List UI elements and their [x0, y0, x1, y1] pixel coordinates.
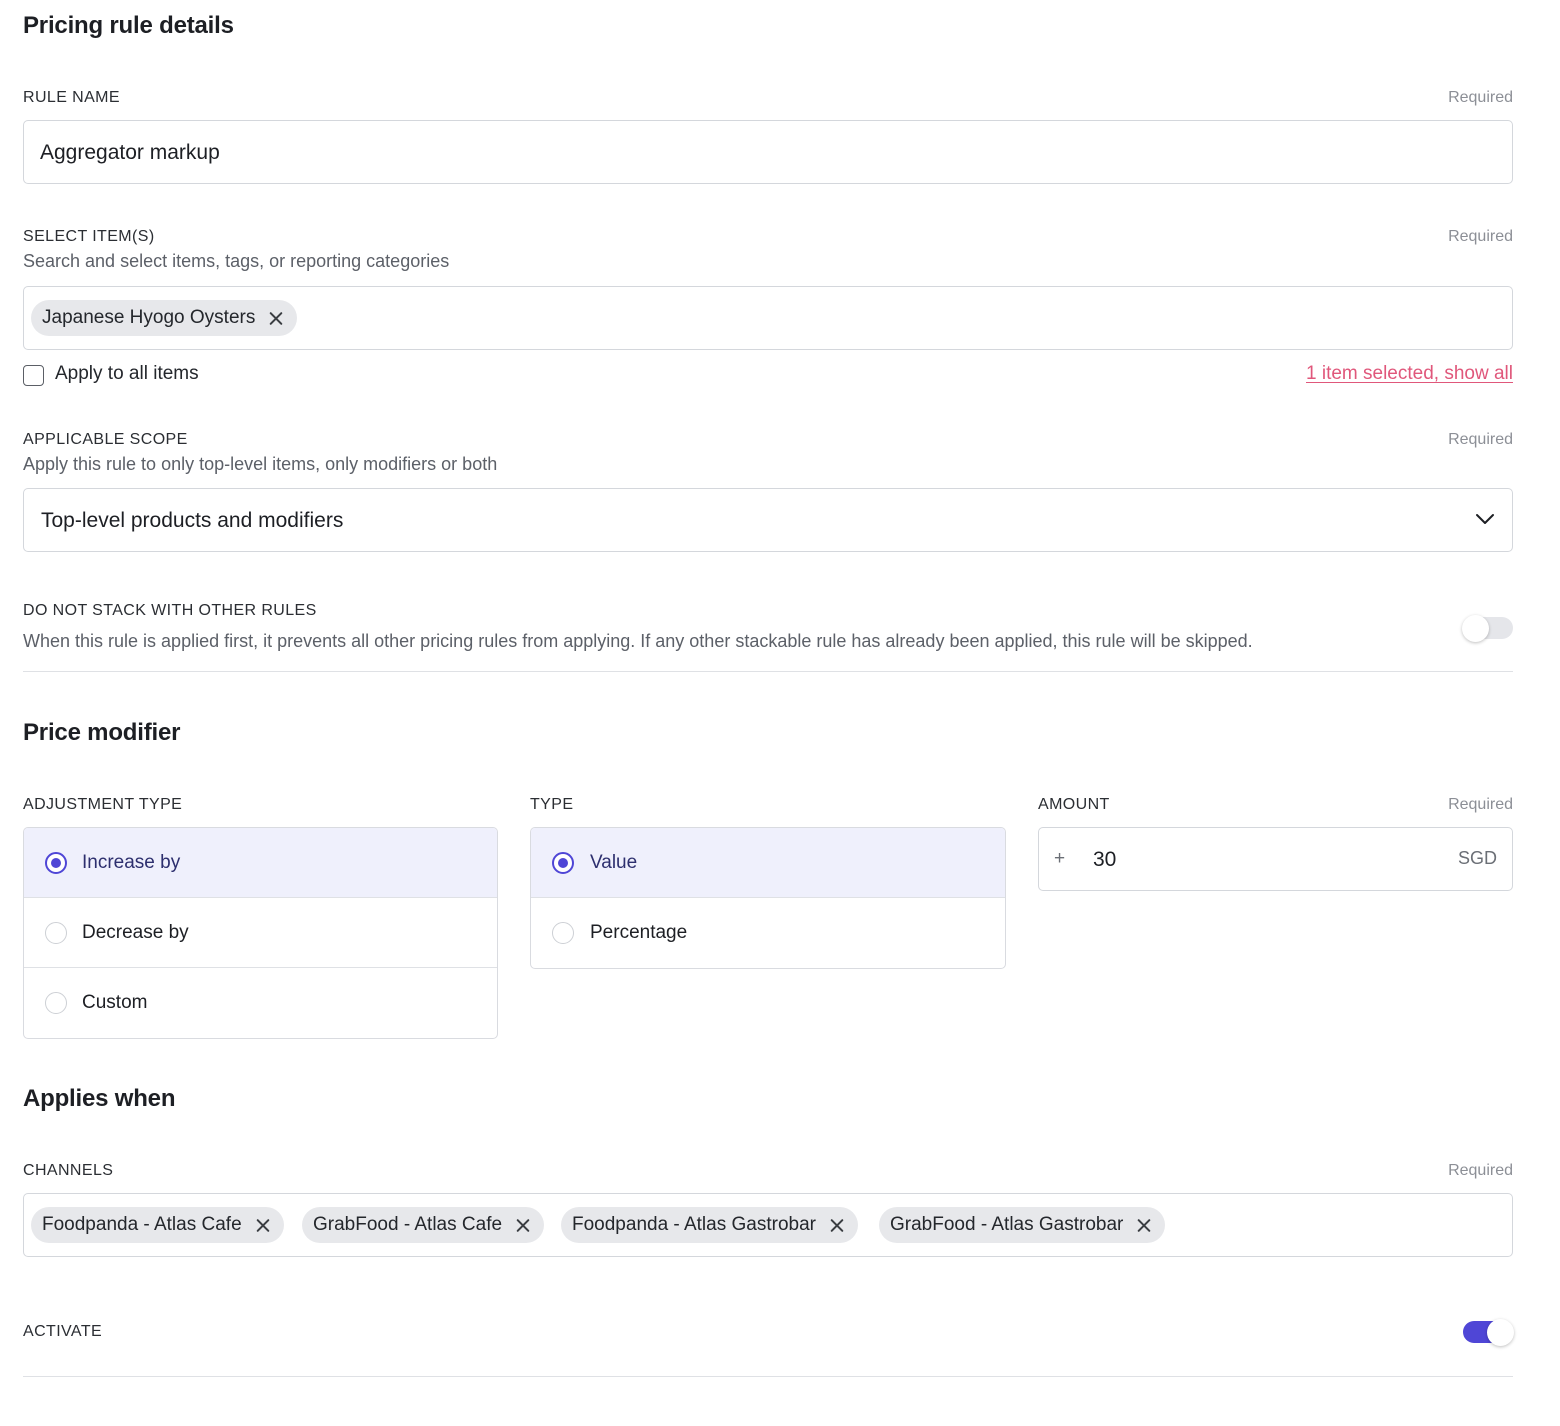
scope-selected-value: Top-level products and modifiers	[41, 509, 344, 532]
divider	[23, 1376, 1513, 1377]
item-chip: Japanese Hyogo Oysters	[31, 300, 298, 336]
plus-prefix: +	[1054, 848, 1066, 869]
channel-chip: GrabFood - Atlas Cafe	[302, 1207, 545, 1243]
item-chip-label: Japanese Hyogo Oysters	[42, 307, 256, 328]
adjustment-option-decrease[interactable]: Decrease by	[24, 898, 497, 968]
close-icon[interactable]	[516, 1218, 530, 1232]
adjustment-option-increase[interactable]: Increase by	[24, 828, 497, 898]
channel-chip-label: GrabFood - Atlas Cafe	[313, 1214, 503, 1235]
radio-selected-icon[interactable]	[45, 851, 67, 874]
adjustment-option-label: Decrease by	[82, 921, 189, 943]
channels-label: CHANNELS	[23, 1162, 114, 1179]
select-items-required: Required	[1448, 228, 1513, 245]
radio-icon[interactable]	[552, 922, 574, 944]
divider	[23, 671, 1513, 672]
amount-input[interactable]: + 30 SGD	[1038, 827, 1513, 891]
radio-icon[interactable]	[45, 921, 67, 944]
section-title-modifier: Price modifier	[23, 719, 181, 746]
scope-helper: Apply this rule to only top-level items,…	[23, 454, 498, 474]
type-option-percentage[interactable]: Percentage	[531, 898, 1005, 968]
show-all-link[interactable]: 1 item selected, show all	[1306, 363, 1513, 385]
channel-chip: Foodpanda - Atlas Cafe	[31, 1207, 284, 1243]
stack-toggle[interactable]	[1462, 614, 1513, 642]
stack-helper: When this rule is applied first, it prev…	[23, 631, 1253, 651]
adjustment-type-group: Increase by Decrease by Custom	[23, 827, 498, 1039]
stack-label: DO NOT STACK WITH OTHER RULES	[23, 602, 317, 619]
currency-suffix: SGD	[1457, 848, 1497, 868]
type-group: Value Percentage	[530, 827, 1006, 969]
apply-all-checkbox[interactable]	[23, 365, 44, 386]
select-items-helper: Search and select items, tags, or report…	[23, 251, 450, 271]
channel-chip-label: Foodpanda - Atlas Gastrobar	[572, 1214, 816, 1235]
channels-input[interactable]: Foodpanda - Atlas Cafe GrabFood - Atlas …	[23, 1193, 1513, 1257]
channels-required: Required	[1448, 1162, 1513, 1179]
stack-toggle-knob	[1462, 614, 1489, 642]
amount-label: AMOUNT	[1038, 796, 1110, 813]
chevron-down-icon	[1476, 514, 1494, 524]
type-option-label: Percentage	[590, 922, 688, 943]
scope-select[interactable]: Top-level products and modifiers	[23, 488, 1513, 552]
rule-name-input[interactable]: Aggregator markup	[23, 120, 1513, 184]
apply-all-label: Apply to all items	[55, 363, 199, 384]
adjustment-type-label: ADJUSTMENT TYPE	[23, 796, 183, 813]
scope-label: APPLICABLE SCOPE	[23, 431, 188, 448]
section-title-applies: Applies when	[23, 1085, 176, 1112]
close-icon[interactable]	[830, 1218, 844, 1232]
rule-name-label: RULE NAME	[23, 89, 120, 106]
rule-name-required: Required	[1448, 89, 1513, 106]
channel-chip-label: Foodpanda - Atlas Cafe	[42, 1214, 242, 1235]
adjustment-option-custom[interactable]: Custom	[24, 968, 497, 1038]
adjustment-option-label: Custom	[82, 992, 148, 1013]
section-title-details: Pricing rule details	[23, 12, 234, 39]
channel-chip-label: GrabFood - Atlas Gastrobar	[890, 1214, 1124, 1235]
rule-name-value: Aggregator markup	[40, 141, 220, 164]
activate-label: ACTIVATE	[23, 1323, 103, 1340]
scope-required: Required	[1448, 431, 1513, 448]
select-items-label: SELECT ITEM(S)	[23, 228, 155, 245]
close-icon[interactable]	[269, 311, 283, 325]
type-label: TYPE	[530, 796, 574, 813]
type-option-value[interactable]: Value	[531, 828, 1005, 898]
activate-toggle[interactable]	[1463, 1318, 1514, 1346]
select-items-input[interactable]: Japanese Hyogo Oysters	[23, 286, 1513, 350]
type-option-label: Value	[590, 851, 638, 873]
close-icon[interactable]	[256, 1218, 270, 1232]
channel-chip: GrabFood - Atlas Gastrobar	[879, 1207, 1166, 1243]
adjustment-option-label: Increase by	[82, 851, 181, 873]
activate-toggle-knob	[1487, 1318, 1514, 1346]
close-icon[interactable]	[1137, 1218, 1151, 1232]
channel-chip: Foodpanda - Atlas Gastrobar	[561, 1207, 858, 1243]
amount-required: Required	[1448, 796, 1513, 813]
radio-selected-icon[interactable]	[552, 851, 574, 874]
amount-value: 30	[1093, 848, 1117, 871]
radio-icon[interactable]	[45, 992, 67, 1014]
